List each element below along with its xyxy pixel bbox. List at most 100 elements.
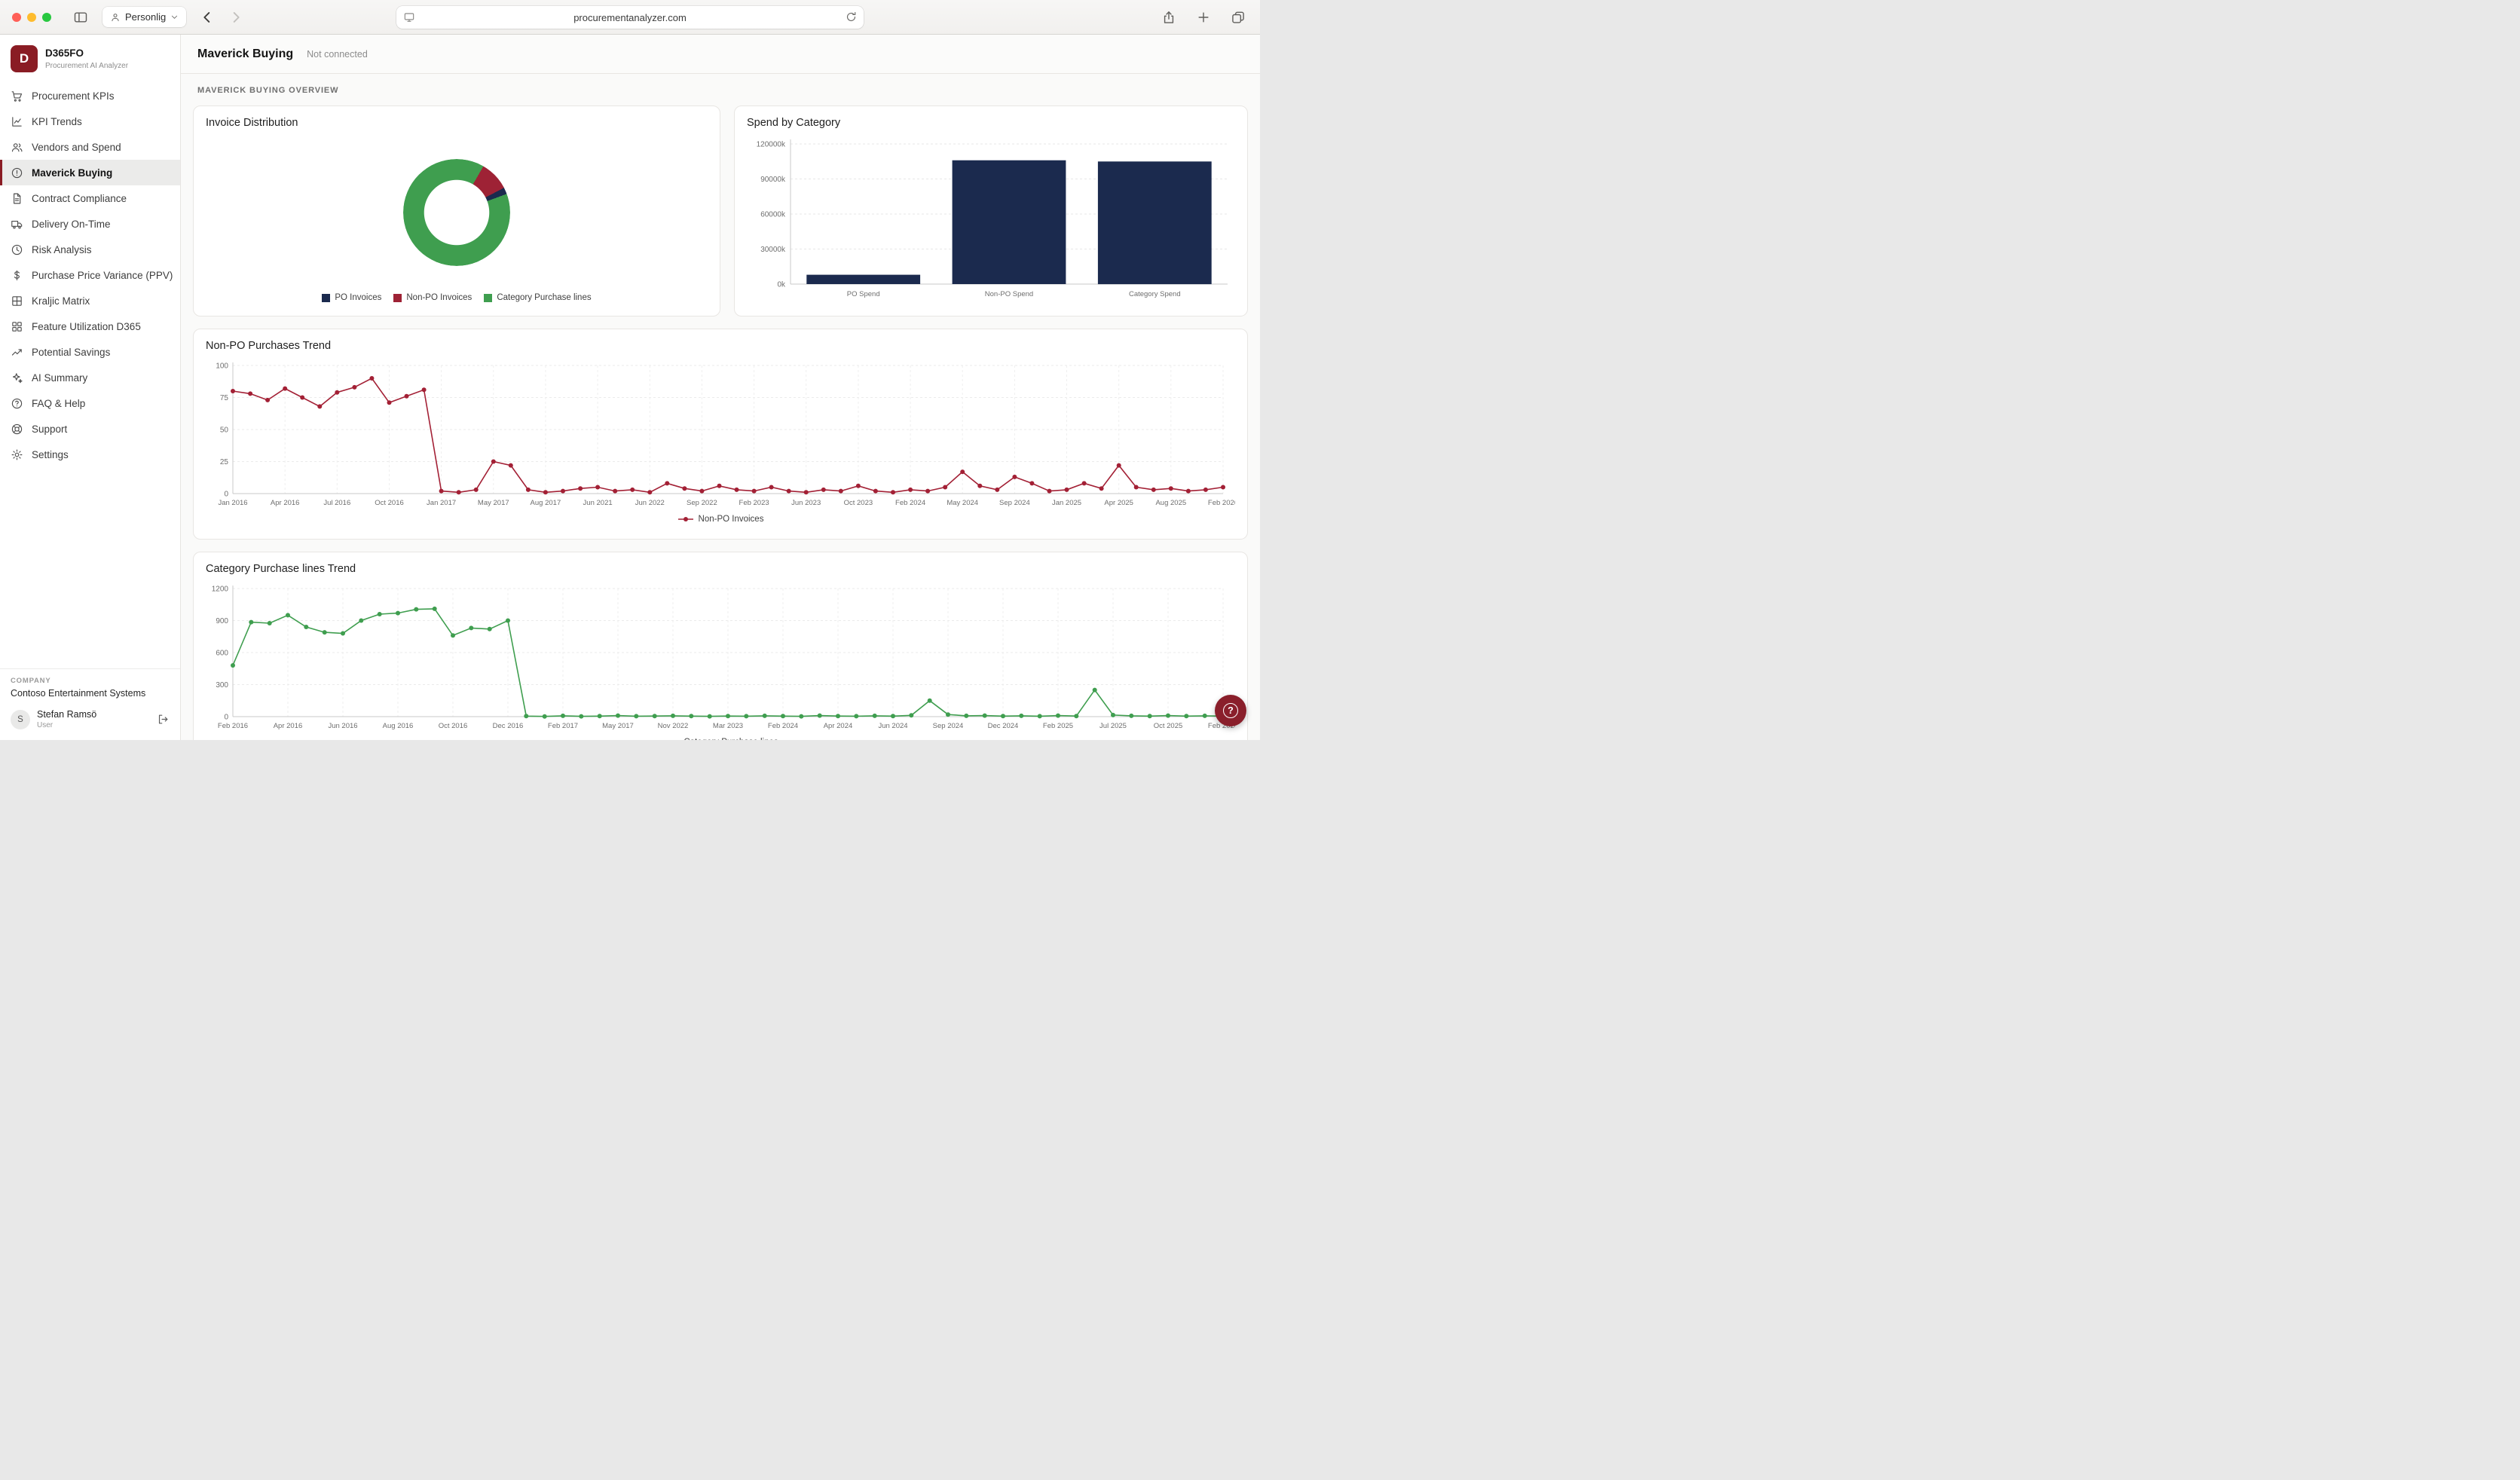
legend-item: PO Invoices [322,293,381,302]
sidebar-item-faq-help[interactable]: FAQ & Help [0,390,180,416]
sidebar-item-feature-utilization-d365[interactable]: Feature Utilization D365 [0,313,180,339]
sidebar-item-purchase-price-variance-ppv[interactable]: Purchase Price Variance (PPV) [0,262,180,288]
svg-text:Aug 2025: Aug 2025 [1155,499,1186,507]
sidebar-toggle-button[interactable] [71,8,90,27]
share-button[interactable] [1159,8,1179,27]
svg-text:Aug 2016: Aug 2016 [383,722,414,730]
reload-button[interactable] [845,11,858,23]
window-close-button[interactable] [12,12,21,22]
svg-text:Feb 2026: Feb 2026 [1208,499,1235,507]
svg-text:May 2017: May 2017 [478,499,509,507]
sidebar-item-kraljic-matrix[interactable]: Kraljic Matrix [0,288,180,313]
page-title: Maverick Buying [197,47,294,60]
page-header: Maverick Buying Not connected [181,35,1260,74]
sidebar-item-kpi-trends[interactable]: KPI Trends [0,109,180,134]
svg-text:May 2024: May 2024 [947,499,978,507]
svg-text:Feb 2023: Feb 2023 [739,499,769,507]
main-content: Maverick Buying Not connected MAVERICK B… [181,35,1260,740]
category-trend-card: Category Purchase lines Trend 0 300 600 900… [193,552,1248,740]
category-trend-chart: 0 300 600 900 1200 Feb 2016 Apr 2016 Jun 2016 Au… [206,581,1235,735]
section-title: MAVERICK BUYING OVERVIEW [197,86,339,95]
svg-text:Feb 2017: Feb 2017 [548,722,578,730]
svg-text:Sep 2024: Sep 2024 [999,499,1030,507]
clock-icon [11,243,23,256]
svg-text:Jul 2025: Jul 2025 [1099,722,1127,730]
app-name: D365FO [45,47,84,60]
svg-text:Dec 2016: Dec 2016 [493,722,524,730]
app-subtitle: Procurement AI Analyzer [45,61,129,70]
back-button[interactable] [197,7,218,28]
legend-line-marker [677,517,693,521]
logout-button[interactable] [157,713,170,726]
sidebar-item-delivery-on-time[interactable]: Delivery On-Time [0,211,180,237]
sidebar-item-settings[interactable]: Settings [0,442,180,467]
sidebar-item-risk-analysis[interactable]: Risk Analysis [0,237,180,262]
dashboard-content: MAVERICK BUYING OVERVIEW Invoice Distrib… [181,74,1260,740]
svg-text:1200: 1200 [212,586,229,594]
svg-text:120000k: 120000k [757,141,786,149]
svg-text:100: 100 [216,362,228,371]
truck-icon [11,218,23,231]
sidebar-item-maverick-buying[interactable]: Maverick Buying [0,160,180,185]
svg-text:Feb 2024: Feb 2024 [895,499,925,507]
card-title: Non-PO Purchases Trend [206,340,332,352]
svg-text:Jun 2016: Jun 2016 [328,722,357,730]
svg-text:Apr 2025: Apr 2025 [1104,499,1133,507]
new-tab-button[interactable] [1194,8,1213,27]
card-title: Spend by Category [747,117,841,129]
tab-overview-button[interactable] [1228,8,1248,27]
gear-icon [11,448,23,461]
svg-text:0: 0 [224,714,228,722]
sidebar-item-potential-savings[interactable]: Potential Savings [0,339,180,365]
connection-status: Not connected [307,48,368,60]
app-logo: D [11,45,38,72]
svg-text:Oct 2025: Oct 2025 [1154,722,1183,730]
grid-icon [11,295,23,307]
sidebar-item-ai-summary[interactable]: AI Summary [0,365,180,390]
legend-line-marker [662,738,679,740]
sidebar-item-support[interactable]: Support [0,416,180,442]
url-field[interactable]: procurementanalyzer.com [396,6,864,29]
company-block: COMPANY Contoso Entertainment Systems [0,668,180,702]
help-icon: ? [1223,703,1238,718]
sidebar-item-label: Kraljic Matrix [32,295,90,307]
alert-circle-icon [11,167,23,179]
dollar-icon [11,269,23,282]
sidebar-item-contract-compliance[interactable]: Contract Compliance [0,185,180,211]
legend-item: Category Purchase lines [484,293,592,302]
invoice-distribution-donut [403,159,510,266]
chart-line-icon [11,115,23,128]
sidebar-menu: Procurement KPIs KPI Trends Vendors and Sp… [0,81,180,668]
logout-icon [158,714,168,724]
help-fab[interactable]: ? [1215,695,1246,726]
forward-button[interactable] [225,7,246,28]
tabs-icon [1231,10,1246,25]
sidebar-item-label: FAQ & Help [32,397,86,409]
trending-up-icon [11,346,23,359]
share-icon [1161,10,1176,25]
sidebar-item-procurement-kpis[interactable]: Procurement KPIs [0,83,180,109]
company-name: Contoso Entertainment Systems [11,688,146,699]
user-row: S Stefan Ramsö User [0,702,180,740]
non-po-trend-card: Non-PO Purchases Trend 0 25 50 75 100 Jan 201… [193,329,1248,540]
sidebar-item-vendors-and-spend[interactable]: Vendors and Spend [0,134,180,160]
legend-swatch [393,293,402,302]
sidebar-item-label: Maverick Buying [32,167,113,179]
legend-item: Non-PO Invoices [393,293,472,302]
svg-text:Non-PO Spend: Non-PO Spend [985,290,1033,298]
svg-text:Jan 2017: Jan 2017 [427,499,456,507]
window-zoom-button[interactable] [42,12,51,22]
profile-menu-button[interactable]: Personlig [102,7,187,27]
svg-text:Nov 2022: Nov 2022 [658,722,689,730]
sidebar-item-label: Contract Compliance [32,192,127,204]
sidebar-item-label: Potential Savings [32,346,111,358]
svg-text:0k: 0k [777,281,786,289]
category-trend-legend: Category Purchase lines [206,735,1235,740]
file-text-icon [11,192,23,205]
svg-text:0: 0 [224,491,228,499]
life-buoy-icon [11,423,23,436]
person-icon [110,12,121,23]
svg-text:Feb 2025: Feb 2025 [1043,722,1073,730]
window-minimize-button[interactable] [27,12,36,22]
svg-text:Sep 2022: Sep 2022 [687,499,717,507]
